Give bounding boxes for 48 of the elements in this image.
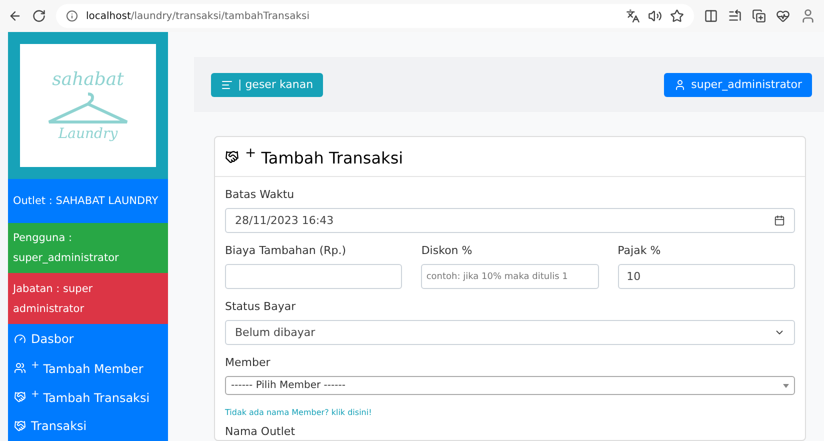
user-icon — [674, 78, 686, 90]
users-icon — [14, 362, 26, 374]
translate-icon[interactable] — [626, 9, 640, 23]
sidebar-item[interactable]: Transaksi — [8, 412, 168, 441]
field-label: Nama Outlet — [225, 424, 296, 440]
handshake-icon — [14, 420, 26, 432]
sidebar-item[interactable]: $^{+}$ Tambah Transaksi — [8, 382, 168, 412]
field-label: Status Bayar — [225, 299, 297, 315]
field-label: Batas Waktu — [225, 187, 296, 203]
read-aloud-icon[interactable] — [648, 9, 662, 23]
register-member-link[interactable]: Tidak ada nama Member? klik disini! — [225, 408, 372, 417]
field-label: Member — [225, 355, 272, 371]
star-icon[interactable] — [670, 9, 684, 23]
select-field[interactable]: Belum dibayar — [225, 320, 795, 345]
split-screen-icon[interactable] — [704, 9, 718, 23]
field-label: Diskon % — [421, 243, 474, 259]
address-bar[interactable]: localhost/laundry/transaksi/tambahTransaksi — [56, 4, 694, 28]
sidebar-toggle-button[interactable]: | geser kanan — [211, 72, 324, 96]
input-field[interactable]: 10 — [618, 264, 795, 289]
input-field[interactable]: contoh: jika 10% maka ditulis 1 — [421, 264, 599, 289]
caret-icon — [783, 384, 789, 388]
reload-icon[interactable] — [32, 9, 46, 23]
info-text: Outlet : SAHABAT LAUNDRY — [13, 194, 158, 209]
field-label: Pajak % — [618, 243, 662, 259]
url-text: localhost/laundry/transaksi/tambahTransaksi — [86, 10, 310, 22]
profile-icon[interactable] — [800, 8, 816, 24]
info-text: Jabatan : super administrator — [13, 282, 94, 317]
handshake-icon — [14, 391, 26, 404]
card-title: $^{+}$ Tambah Transaksi — [245, 146, 404, 168]
sidebar-item[interactable]: $^{+}$ Tambah Member — [8, 353, 168, 383]
input-field[interactable] — [225, 264, 402, 289]
health-icon[interactable] — [776, 9, 790, 23]
logo-text: sahabat — [52, 68, 124, 90]
sidebar-item[interactable]: Dasbor — [8, 324, 168, 354]
calendar-icon — [774, 215, 785, 226]
back-icon[interactable] — [8, 9, 22, 23]
info-text: Pengguna : super_administrator — [13, 230, 120, 266]
favorites-icon[interactable] — [728, 9, 742, 23]
info-icon — [66, 10, 78, 22]
collections-icon[interactable] — [752, 9, 766, 23]
user-button[interactable]: super_administrator — [664, 72, 812, 96]
field-label: Biaya Tambahan (Rp.) — [225, 243, 348, 259]
gauge-icon — [14, 332, 26, 345]
logo-text: Laundry — [58, 126, 118, 142]
handshake-icon — [225, 150, 239, 164]
menu-icon — [221, 78, 233, 90]
select-field[interactable]: ------ Pilih Member ------ — [225, 376, 795, 395]
datetime-field[interactable]: 28/11/2023 16:43 — [225, 208, 795, 233]
